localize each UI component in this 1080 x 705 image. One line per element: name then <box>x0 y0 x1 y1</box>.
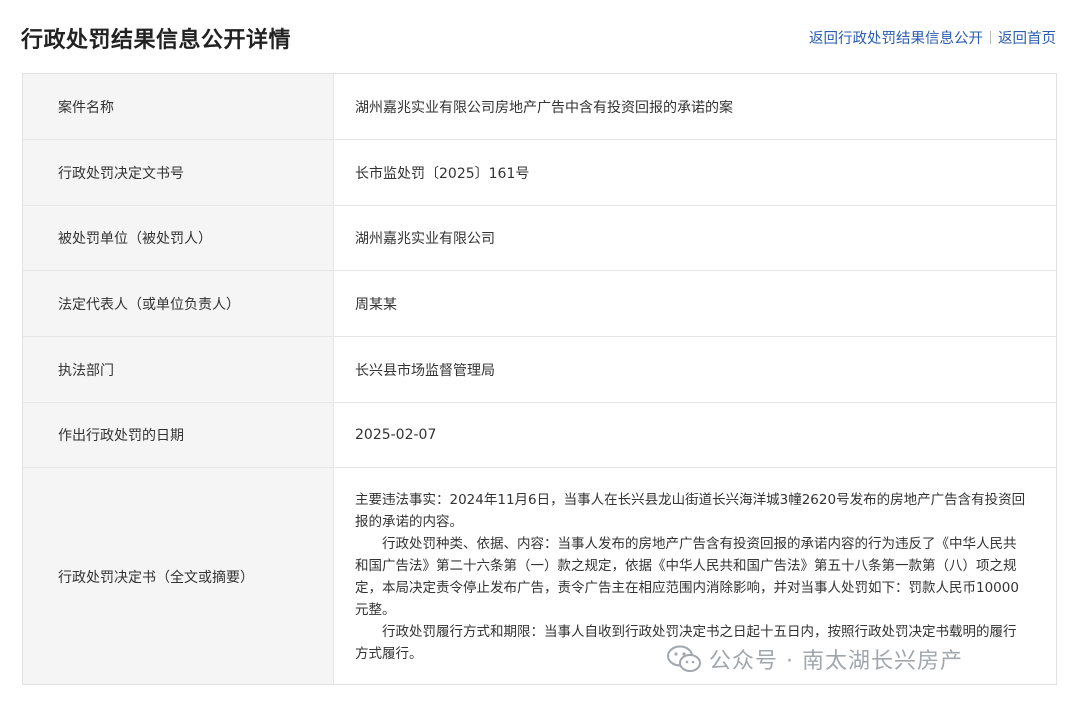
table-row-document-number: 行政处罚决定文书号 长市监处罚〔2025〕161号 <box>23 140 1056 206</box>
back-to-list-link[interactable]: 返回行政处罚结果信息公开 <box>809 27 983 48</box>
detail-table: 案件名称 湖州嘉兆实业有限公司房地产广告中含有投资回报的承诺的案 行政处罚决定文… <box>22 73 1057 685</box>
row-value: 周某某 <box>355 296 397 313</box>
table-row-case-name: 案件名称 湖州嘉兆实业有限公司房地产广告中含有投资回报的承诺的案 <box>23 74 1056 140</box>
row-label: 行政处罚决定文书号 <box>23 140 334 205</box>
row-label: 行政处罚决定书（全文或摘要） <box>23 468 334 684</box>
page-title: 行政处罚结果信息公开详情 <box>21 28 292 53</box>
row-value: 长市监处罚〔2025〕161号 <box>355 165 530 182</box>
watermark: 公众号 · 南太湖长兴房产 <box>667 643 963 675</box>
wechat-icon <box>667 645 701 672</box>
link-divider <box>990 31 991 44</box>
row-value: 湖州嘉兆实业有限公司房地产广告中含有投资回报的承诺的案 <box>355 99 733 116</box>
row-value: 湖州嘉兆实业有限公司 <box>355 231 495 247</box>
home-link[interactable]: 返回首页 <box>998 27 1056 48</box>
row-label: 法定代表人（或单位负责人） <box>23 271 334 336</box>
row-value: 长兴县市场监督管理局 <box>355 362 495 379</box>
table-row-legal-representative: 法定代表人（或单位负责人） 周某某 <box>23 271 1056 337</box>
table-row-decision-date: 作出行政处罚的日期 2025-02-07 <box>23 403 1056 468</box>
header-links: 返回行政处罚结果信息公开 返回首页 <box>809 27 1056 48</box>
page-header: 行政处罚结果信息公开详情 返回行政处罚结果信息公开 返回首页 <box>0 0 1080 74</box>
row-label: 作出行政处罚的日期 <box>23 403 334 467</box>
row-label: 案件名称 <box>23 74 334 139</box>
table-row-enforcement-department: 执法部门 长兴县市场监督管理局 <box>23 337 1056 403</box>
decision-paragraph-facts: 主要违法事实：2024年11月6日，当事人在长兴县龙山街道长兴海洋城3幢2620… <box>355 492 1026 530</box>
watermark-text: 公众号 · 南太湖长兴房产 <box>709 649 963 674</box>
decision-paragraph-penalty: 行政处罚种类、依据、内容：当事人发布的房地产广告含有投资回报的承诺内容的行为违反… <box>355 536 1019 618</box>
table-row-penalized-party: 被处罚单位（被处罚人） 湖州嘉兆实业有限公司 <box>23 206 1056 271</box>
row-label: 执法部门 <box>23 337 334 402</box>
row-label: 被处罚单位（被处罚人） <box>23 206 334 270</box>
row-value: 2025-02-07 <box>355 427 437 443</box>
